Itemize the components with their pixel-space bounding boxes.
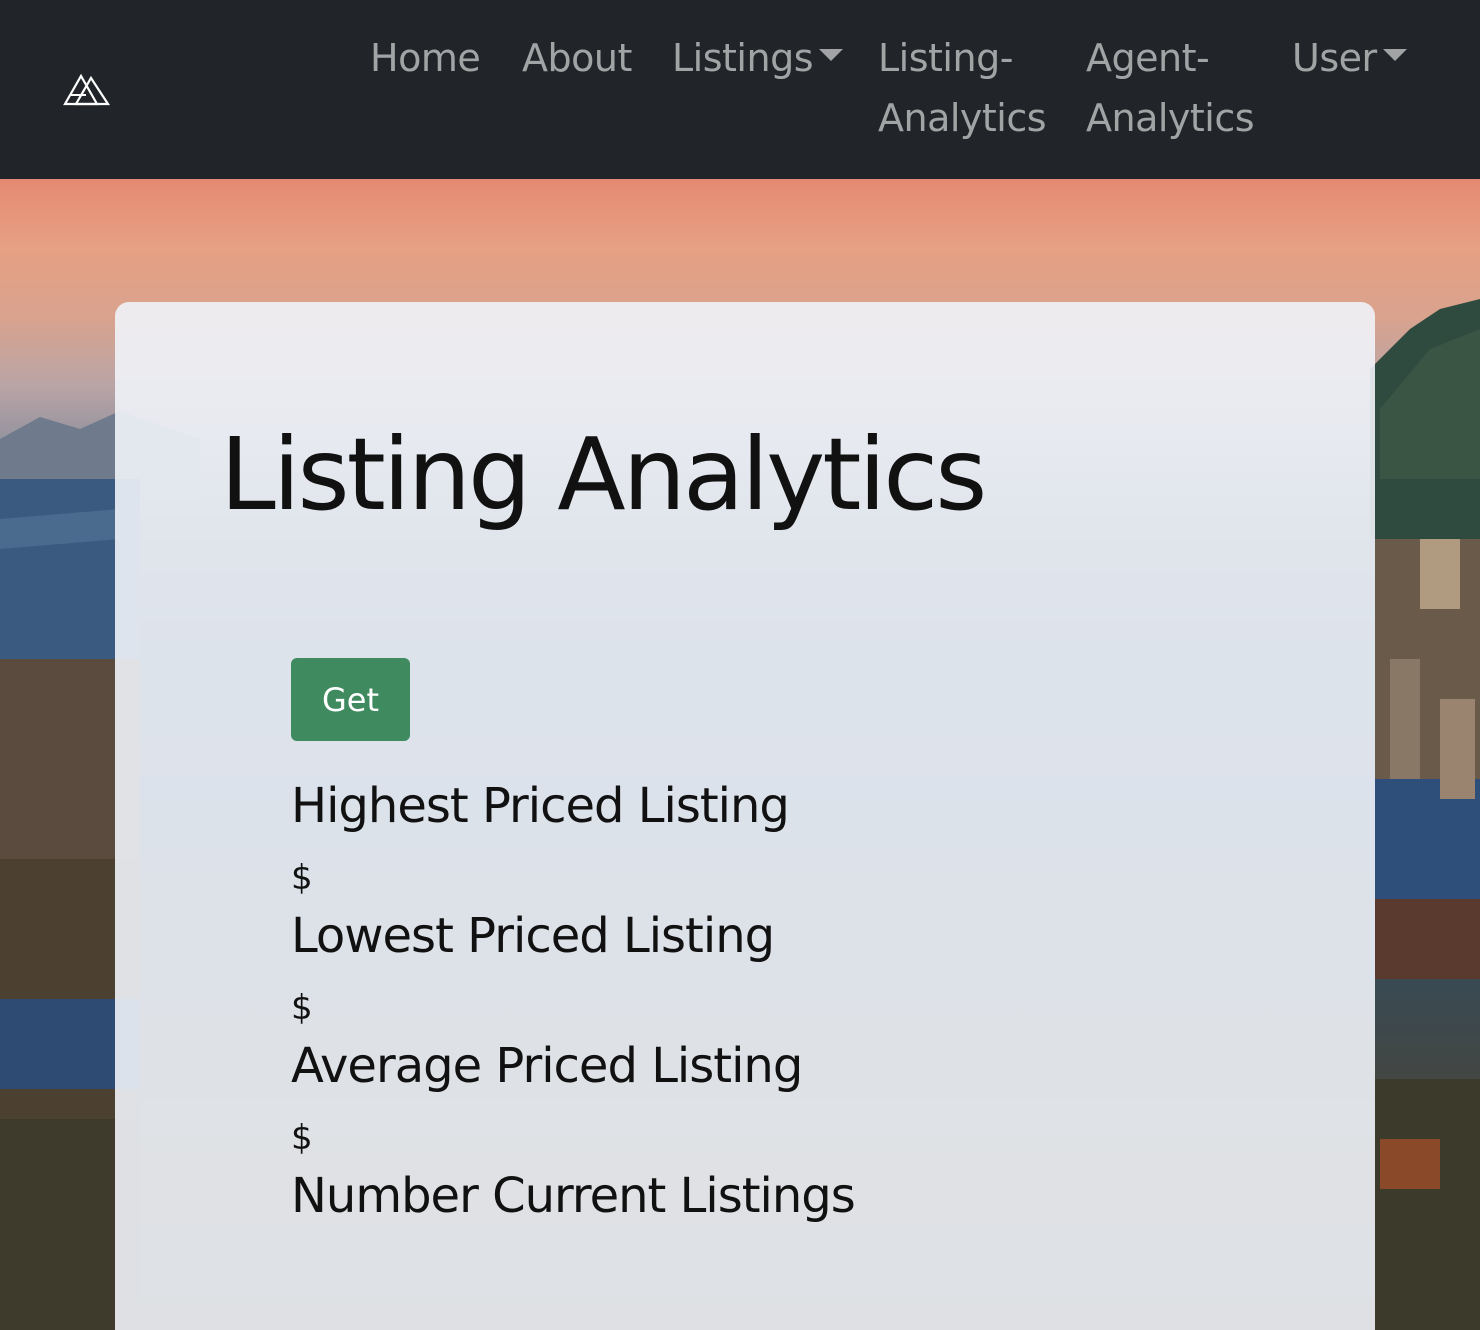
caret-down-icon <box>1382 48 1407 61</box>
stat-label-average: Average Priced Listing <box>291 1038 803 1094</box>
nav-about-label: About <box>522 36 632 80</box>
stat-value-average: $ <box>291 1118 313 1158</box>
caret-down-icon <box>819 48 843 61</box>
stat-label-count: Number Current Listings <box>291 1168 856 1224</box>
nav-home[interactable]: Home <box>370 28 481 88</box>
nav-listing-analytics[interactable]: Listing- Analytics <box>878 28 1047 148</box>
get-button[interactable]: Get <box>291 658 410 741</box>
nav-home-label: Home <box>370 36 481 80</box>
nav-agent-analytics-line1: Agent- <box>1086 36 1210 80</box>
nav-listings-dropdown[interactable]: Listings <box>672 28 843 88</box>
top-navbar: Home About Listings Listing- Analytics A… <box>0 0 1480 179</box>
brand-logo-icon[interactable] <box>62 68 112 110</box>
stat-value-lowest: $ <box>291 988 313 1028</box>
stat-value-highest: $ <box>291 858 313 898</box>
analytics-card: Listing Analytics Get Highest Priced Lis… <box>115 302 1375 1330</box>
stat-label-highest: Highest Priced Listing <box>291 778 790 834</box>
nav-listing-analytics-line1: Listing- <box>878 36 1013 80</box>
nav-about[interactable]: About <box>522 28 632 88</box>
nav-listings-label: Listings <box>672 36 814 80</box>
nav-agent-analytics[interactable]: Agent- Analytics <box>1086 28 1255 148</box>
nav-user-label: User <box>1292 36 1377 80</box>
stat-label-lowest: Lowest Priced Listing <box>291 908 775 964</box>
page-title: Listing Analytics <box>220 416 987 533</box>
nav-user-dropdown[interactable]: User <box>1292 28 1407 88</box>
nav-listing-analytics-line2: Analytics <box>878 96 1047 140</box>
nav-agent-analytics-line2: Analytics <box>1086 96 1255 140</box>
